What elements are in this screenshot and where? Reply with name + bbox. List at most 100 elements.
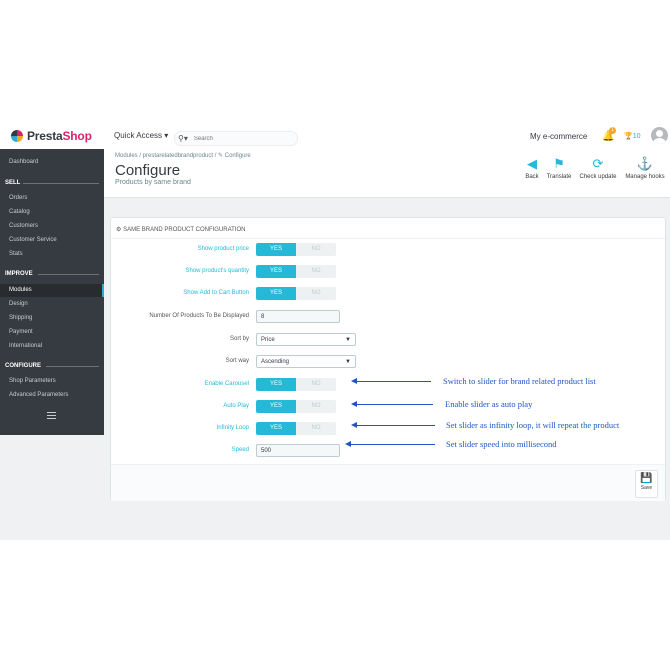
autoplay-label: Auto Play xyxy=(223,403,249,409)
page-title: Configure xyxy=(115,162,181,179)
sort-by-select[interactable]: Price ▼ xyxy=(256,333,356,346)
back-button[interactable]: ◀ Back xyxy=(522,156,542,181)
shop-name-link[interactable]: My e-commerce xyxy=(530,132,587,141)
infinity-loop-toggle[interactable]: YES NO xyxy=(256,422,336,435)
panel-footer: 💾 Save xyxy=(111,464,665,501)
annotation-arrow xyxy=(351,422,435,428)
panel-heading-text: SAME BRAND PRODUCT CONFIGURATION xyxy=(123,227,246,233)
sort-way-label: Sort way xyxy=(225,358,249,364)
sort-way-value: Ascending xyxy=(261,359,290,365)
sidebar-section-improve: IMPROVE xyxy=(5,271,33,277)
show-quantity-label: Show product's quantity xyxy=(185,268,249,274)
show-cart-button-label: Show Add to Cart Button xyxy=(183,290,249,296)
yes-option[interactable]: YES xyxy=(256,400,296,413)
sort-by-label: Sort by xyxy=(229,336,249,342)
speed-input[interactable]: 500 xyxy=(256,444,340,457)
sidebar-item-modules[interactable]: Modules xyxy=(0,284,104,297)
trophy-count: 10 xyxy=(632,133,641,140)
no-option[interactable]: NO xyxy=(296,243,336,256)
autoplay-toggle[interactable]: YES NO xyxy=(256,400,336,413)
breadcrumb[interactable]: Modules / prestarelatedbrandproduct / ✎ … xyxy=(115,152,251,159)
chevron-down-icon: ▼ xyxy=(345,337,351,343)
prestashop-logo-icon xyxy=(11,130,23,142)
page-subtitle: Products by same brand xyxy=(115,179,191,186)
section-divider xyxy=(46,366,99,367)
carousel-label: Enable Carousel xyxy=(204,381,249,387)
annotation-arrow xyxy=(351,401,433,407)
menu-collapse-icon[interactable] xyxy=(47,412,56,421)
num-products-input[interactable]: 8 xyxy=(256,310,340,323)
refresh-icon: ⟳ xyxy=(592,156,604,171)
sidebar-section-configure: CONFIGURE xyxy=(5,363,41,369)
sidebar-item-payment[interactable]: Payment xyxy=(9,329,33,335)
admin-screenshot: PrestaShop Quick Access ▾ ⚲▾ My e-commer… xyxy=(0,121,670,540)
sidebar-item-international[interactable]: International xyxy=(9,343,42,349)
sidebar-item-dashboard[interactable]: Dashboard xyxy=(9,159,38,165)
anchor-icon: ⚓ xyxy=(636,156,654,171)
sidebar-item-catalog[interactable]: Catalog xyxy=(9,209,30,215)
sidebar-item-design[interactable]: Design xyxy=(9,301,28,307)
show-cart-button-toggle[interactable]: YES NO xyxy=(256,287,336,300)
employee-avatar[interactable] xyxy=(651,127,668,144)
search-input[interactable] xyxy=(191,134,286,143)
sort-by-value: Price xyxy=(261,337,275,343)
floppy-disk-icon: 💾 xyxy=(640,473,653,484)
yes-option[interactable]: YES xyxy=(256,422,296,435)
panel-divider xyxy=(111,238,665,239)
no-option[interactable]: NO xyxy=(296,265,336,278)
sidebar-nav: Dashboard SELL Orders Catalog Customers … xyxy=(0,149,104,435)
check-update-button[interactable]: ⟳ Check update xyxy=(578,156,618,181)
save-button[interactable]: 💾 Save xyxy=(635,470,658,498)
show-price-label: Show product price xyxy=(197,246,249,252)
top-header: PrestaShop Quick Access ▾ ⚲▾ My e-commer… xyxy=(0,121,670,150)
translate-button[interactable]: ⚑ Translate xyxy=(544,156,574,181)
sidebar-section-sell: SELL xyxy=(5,180,21,186)
annotation-arrow xyxy=(351,378,431,384)
toolbar-label: Manage hooks xyxy=(625,174,665,180)
logo-prefix: Presta xyxy=(27,129,63,143)
sidebar-item-stats[interactable]: Stats xyxy=(9,251,23,257)
sidebar-item-shop-parameters[interactable]: Shop Parameters xyxy=(9,378,56,384)
logo-suffix: Shop xyxy=(62,129,92,143)
flag-icon: ⚑ xyxy=(553,156,565,171)
sidebar-item-advanced-parameters[interactable]: Advanced Parameters xyxy=(9,392,68,398)
configuration-panel: ⚙ SAME BRAND PRODUCT CONFIGURATION Show … xyxy=(110,217,666,501)
yes-option[interactable]: YES xyxy=(256,287,296,300)
infinity-annotation: Set slider as infinity loop, it will rep… xyxy=(446,420,620,430)
no-option[interactable]: NO xyxy=(296,422,336,435)
speed-annotation: Set slider speed into millisecond xyxy=(446,439,557,449)
quick-access-menu[interactable]: Quick Access ▾ xyxy=(114,131,168,140)
search-icon[interactable]: ⚲▾ xyxy=(178,134,188,143)
no-option[interactable]: NO xyxy=(296,400,336,413)
section-divider xyxy=(38,274,99,275)
manage-hooks-button[interactable]: ⚓ Manage hooks xyxy=(623,156,667,181)
trophy-icon[interactable]: 🏆10 xyxy=(624,132,641,140)
carousel-annotation: Switch to slider for brand related produ… xyxy=(443,376,596,386)
panel-heading: ⚙ SAME BRAND PRODUCT CONFIGURATION xyxy=(116,226,246,233)
chevron-down-icon: ▼ xyxy=(345,359,351,365)
infinity-loop-label: Infinity Loop xyxy=(216,425,249,431)
speed-label: Speed xyxy=(231,447,249,453)
no-option[interactable]: NO xyxy=(296,287,336,300)
show-quantity-toggle[interactable]: YES NO xyxy=(256,265,336,278)
no-option[interactable]: NO xyxy=(296,378,336,391)
cogs-icon: ⚙ xyxy=(116,227,122,233)
carousel-toggle[interactable]: YES NO xyxy=(256,378,336,391)
sidebar-item-customers[interactable]: Customers xyxy=(9,223,38,229)
sort-way-select[interactable]: Ascending ▼ xyxy=(256,355,356,368)
sidebar-item-customer-service[interactable]: Customer Service xyxy=(9,237,57,243)
page-header: Modules / prestarelatedbrandproduct / ✎ … xyxy=(104,149,670,198)
search-box[interactable]: ⚲▾ xyxy=(174,131,298,146)
yes-option[interactable]: YES xyxy=(256,265,296,278)
sidebar-item-orders[interactable]: Orders xyxy=(9,195,27,201)
prestashop-logo[interactable]: PrestaShop xyxy=(11,129,92,143)
section-divider xyxy=(23,183,99,184)
yes-option[interactable]: YES xyxy=(256,243,296,256)
show-price-toggle[interactable]: YES NO xyxy=(256,243,336,256)
yes-option[interactable]: YES xyxy=(256,378,296,391)
sidebar-item-shipping[interactable]: Shipping xyxy=(9,315,32,321)
annotation-arrow xyxy=(345,441,435,447)
save-label: Save xyxy=(640,485,653,491)
toolbar-label: Back xyxy=(525,174,539,180)
back-arrow-icon: ◀ xyxy=(527,156,537,171)
